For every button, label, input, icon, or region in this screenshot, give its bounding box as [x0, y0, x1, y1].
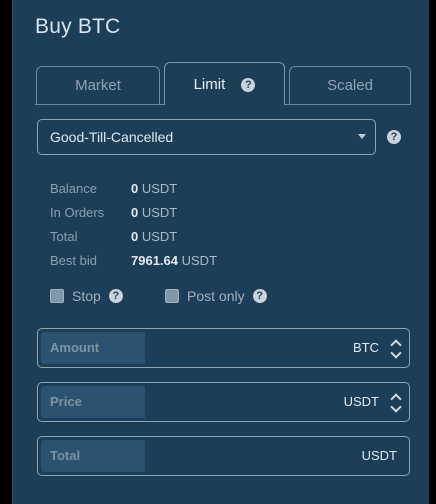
tab-market-label: Market: [75, 77, 121, 94]
amount-label: Amount: [41, 332, 145, 364]
post-only-label: Post only: [187, 288, 245, 305]
total-currency: USDT: [361, 448, 397, 463]
stop-checkbox[interactable]: [50, 289, 64, 304]
total-balance-currency: USDT: [141, 229, 178, 244]
tab-limit[interactable]: Limit ?: [164, 62, 285, 105]
time-in-force-value: Good-Till-Cancelled: [50, 129, 174, 145]
in-orders-amount: 0: [131, 205, 139, 220]
in-orders-value: 0 USDT: [131, 204, 177, 222]
stop-help-icon[interactable]: ?: [108, 289, 123, 304]
price-input[interactable]: Price USDT: [37, 382, 410, 422]
price-currency: USDT: [343, 394, 379, 409]
tab-scaled[interactable]: Scaled: [289, 66, 411, 104]
amount-currency: BTC: [353, 340, 379, 355]
time-in-force-select[interactable]: Good-Till-Cancelled: [37, 119, 376, 155]
total-label: Total: [41, 440, 145, 472]
in-orders-label: In Orders: [50, 205, 105, 220]
buy-panel: Buy BTC Market Limit ? Scaled Good-Till-…: [12, 0, 429, 504]
tab-limit-label: Limit: [193, 76, 226, 93]
balance-value: 0 USDT: [131, 180, 177, 198]
post-only-help-icon[interactable]: ?: [252, 289, 267, 304]
limit-help-icon[interactable]: ?: [241, 78, 256, 93]
in-orders-currency: USDT: [141, 205, 178, 220]
tab-market[interactable]: Market: [36, 66, 160, 104]
post-only-option[interactable]: Post only?: [165, 286, 267, 304]
chevron-down-icon: [358, 134, 366, 139]
price-label: Price: [41, 386, 145, 418]
best-bid-value: 7961.64 USDT: [131, 252, 217, 270]
tab-scaled-label: Scaled: [327, 77, 373, 94]
total-balance-value: 0 USDT: [131, 228, 177, 246]
amount-stepper-icon[interactable]: [390, 337, 402, 359]
time-in-force-help-icon[interactable]: ?: [387, 130, 401, 144]
balance-currency: USDT: [141, 181, 178, 196]
amount-input[interactable]: Amount BTC: [37, 328, 410, 368]
best-bid-currency: USDT: [181, 253, 218, 268]
total-balance-label: Total: [50, 229, 78, 244]
total-input[interactable]: Total USDT: [37, 436, 410, 476]
total-balance-amount: 0: [131, 229, 139, 244]
stop-label: Stop: [72, 288, 101, 305]
balance-amount: 0: [131, 181, 139, 196]
price-stepper-icon[interactable]: [390, 391, 402, 413]
panel-title: Buy BTC: [35, 15, 121, 38]
best-bid-label: Best bid: [50, 253, 97, 268]
stop-option[interactable]: Stop?: [50, 286, 123, 304]
best-bid-amount: 7961.64: [131, 253, 178, 268]
post-only-checkbox[interactable]: [165, 289, 179, 304]
balance-label: Balance: [50, 181, 97, 196]
